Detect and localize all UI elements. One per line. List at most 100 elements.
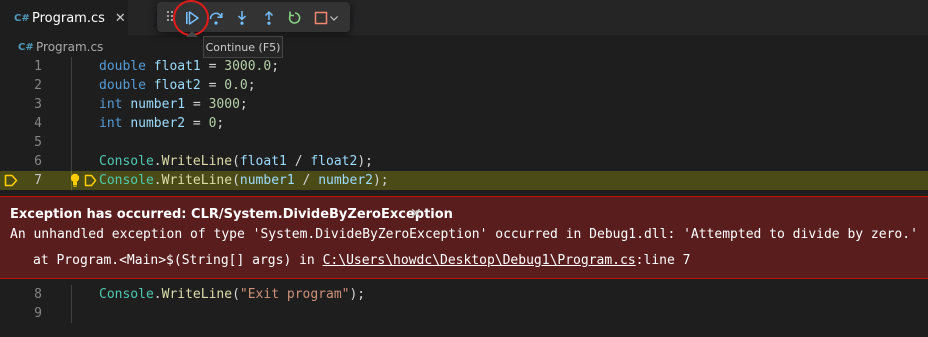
- exception-widget: Exception has occurred: CLR/System.Divid…: [0, 196, 928, 279]
- step-out-button[interactable]: [258, 7, 280, 29]
- code-token: ;: [239, 97, 248, 112]
- exception-stack-trace: at Program.<Main>$(String[] args) in C:\…: [33, 253, 690, 268]
- step-over-icon: [209, 12, 223, 25]
- exception-title: Exception has occurred: CLR/System.Divid…: [10, 207, 453, 222]
- code-token: ;: [271, 59, 280, 74]
- step-into-icon: [237, 11, 247, 25]
- code-token: ;: [216, 116, 225, 131]
- line-number: 9: [34, 306, 42, 321]
- line-number: 6: [34, 154, 42, 169]
- code-token: 3000: [208, 97, 240, 112]
- code-token: number1: [239, 173, 295, 188]
- code-text: int number2 = 0;: [99, 114, 224, 133]
- exception-message: An unhandled exception of type 'System.D…: [10, 227, 918, 242]
- stack-suffix: :line 7: [635, 253, 691, 268]
- code-token: float1: [153, 59, 201, 74]
- code-token: Console: [99, 154, 154, 169]
- code-line[interactable]: 9: [0, 304, 928, 323]
- code-text: double float1 = 3000.0;: [99, 57, 279, 76]
- tab-program-cs[interactable]: C# Program.cs ✕: [0, 0, 128, 35]
- code-token: number2: [318, 173, 373, 188]
- code-token: number1: [130, 97, 186, 112]
- code-token: (: [232, 173, 240, 188]
- code-token: WriteLine: [161, 154, 233, 169]
- code-token: );: [349, 287, 366, 302]
- stack-prefix: at Program.<Main>$(String[] args) in: [33, 253, 323, 268]
- code-text: double float2 = 0.0;: [99, 76, 256, 95]
- code-token: =: [185, 116, 209, 131]
- step-out-icon: [264, 10, 274, 25]
- code-token: );: [372, 173, 389, 188]
- breadcrumb-label: Program.cs: [36, 40, 104, 54]
- stop-dropdown-button[interactable]: [327, 7, 341, 29]
- tab-close-icon[interactable]: ✕: [115, 11, 126, 26]
- indent-guide: [71, 57, 72, 76]
- code-line[interactable]: 6 Console.WriteLine(float1 / float2);: [0, 152, 928, 171]
- code-token: /: [294, 173, 319, 188]
- code-line[interactable]: 5: [0, 133, 928, 152]
- code-token: Console: [99, 287, 154, 302]
- code-token: (: [232, 287, 240, 302]
- tab-label: Program.cs: [32, 10, 105, 26]
- code-token: WriteLine: [161, 173, 233, 188]
- code-token: float2: [153, 78, 201, 93]
- csharp-file-icon: C#: [14, 12, 30, 24]
- code-token: 3000.0: [224, 59, 272, 74]
- tab-bar: C# Program.cs ✕: [0, 0, 928, 35]
- indent-guide: [71, 285, 72, 304]
- code-text: int number1 = 3000;: [99, 95, 248, 114]
- line-number: 4: [34, 116, 42, 131]
- line-number: 1: [34, 59, 42, 74]
- tooltip-arrow: [186, 31, 198, 37]
- code-line[interactable]: 3 int number1 = 3000;: [0, 95, 928, 114]
- code-line[interactable]: 4 int number2 = 0;: [0, 114, 928, 133]
- step-into-button[interactable]: [231, 7, 253, 29]
- code-token: .: [153, 173, 162, 188]
- code-token: float2: [310, 154, 358, 169]
- code-line[interactable]: 1 double float1 = 3000.0;: [0, 57, 928, 76]
- code-token: number2: [130, 116, 186, 131]
- code-token: int: [99, 97, 131, 112]
- restart-icon: [288, 11, 301, 24]
- code-token: );: [357, 154, 373, 169]
- restart-button[interactable]: [284, 7, 306, 29]
- code-token: double: [99, 78, 154, 93]
- code-token: .: [153, 287, 162, 302]
- code-line[interactable]: 2 double float2 = 0.0;: [0, 76, 928, 95]
- code-token: Console: [99, 173, 154, 188]
- indent-guide: [71, 95, 72, 114]
- code-line-current[interactable]: 7 Console.WriteLine(number1 / number2);: [0, 171, 928, 190]
- lightbulb-icon[interactable]: [69, 173, 81, 188]
- indent-guide: [71, 114, 72, 133]
- line-number: 5: [34, 135, 42, 150]
- indent-guide: [71, 152, 72, 171]
- code-token: =: [185, 97, 209, 112]
- line-number: 3: [34, 97, 42, 112]
- inline-statement-arrow-icon: [84, 174, 97, 187]
- code-token: =: [200, 59, 225, 74]
- code-token: WriteLine: [161, 287, 233, 302]
- code-text: Console.WriteLine(number1 / number2);: [99, 171, 389, 190]
- code-token: (: [232, 154, 240, 169]
- stack-file-link[interactable]: C:\Users\howdc\Desktop\Debug1\Program.cs: [323, 253, 636, 268]
- code-token: ;: [247, 78, 256, 93]
- indent-guide: [71, 133, 72, 152]
- line-number: 2: [34, 78, 42, 93]
- code-text: Console.WriteLine(float1 / float2);: [99, 152, 373, 171]
- code-token: int: [99, 116, 131, 131]
- breadcrumb[interactable]: C# Program.cs: [18, 37, 103, 57]
- code-token: 0.0: [224, 78, 248, 93]
- code-text: Console.WriteLine("Exit program");: [99, 285, 365, 304]
- code-token: double: [99, 59, 154, 74]
- code-token: float1: [239, 154, 287, 169]
- code-line[interactable]: 8 Console.WriteLine("Exit program");: [0, 285, 928, 304]
- code-token: .: [153, 154, 162, 169]
- current-statement-arrow-icon: [4, 174, 18, 187]
- chevron-down-icon: [330, 16, 338, 21]
- code-token: /: [286, 154, 311, 169]
- indent-guide: [71, 76, 72, 95]
- line-number: 8: [34, 287, 42, 302]
- continue-tooltip: Continue (F5): [203, 36, 283, 58]
- code-token: "Exit program": [239, 287, 350, 302]
- exception-close-icon[interactable]: ✕: [410, 206, 422, 222]
